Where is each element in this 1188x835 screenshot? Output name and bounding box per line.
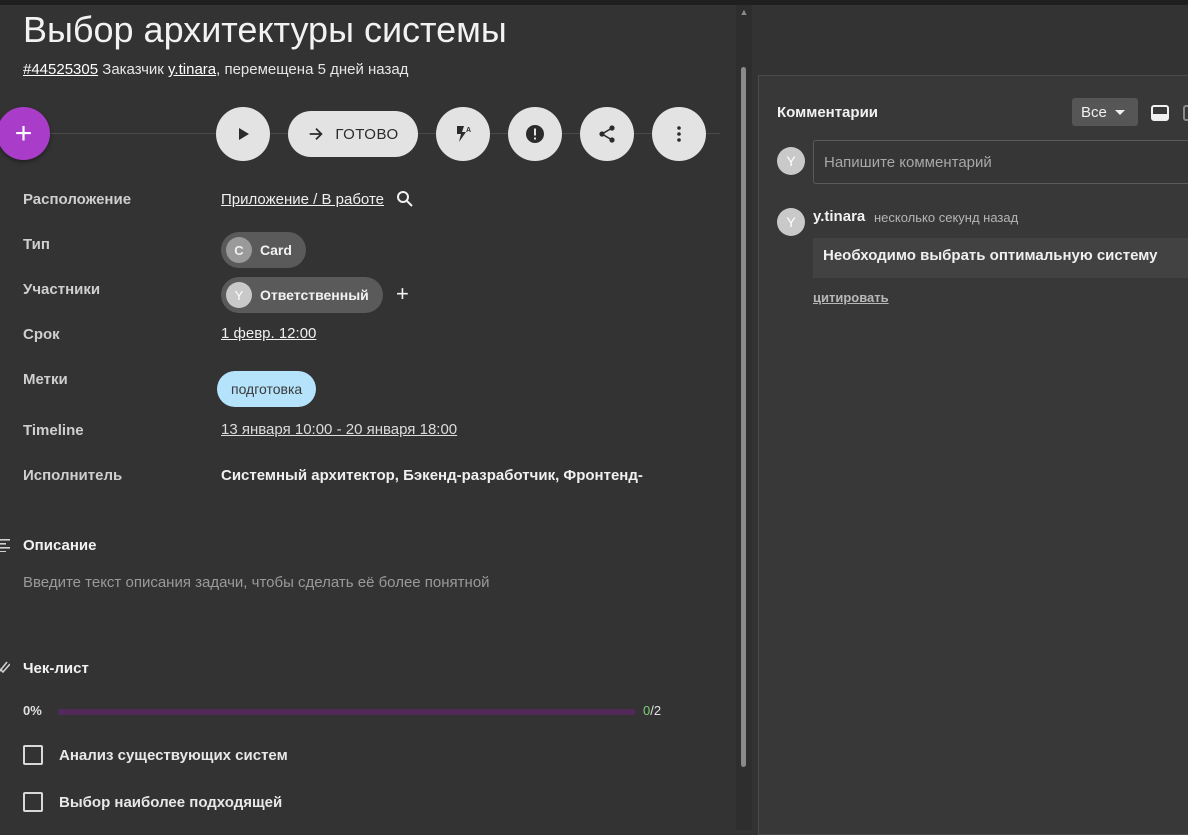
checklist-item[interactable]: Выбор наиболее подходящей — [23, 792, 282, 812]
timeline-link[interactable]: 13 января 10:00 - 20 января 18:00 — [221, 421, 457, 438]
customer-link[interactable]: y.tinara — [168, 61, 216, 78]
checklist-percent: 0% — [23, 703, 42, 718]
avatar: Y — [226, 282, 252, 308]
caret-down-icon — [1114, 109, 1125, 115]
comment-time: несколько секунд назад — [874, 210, 1019, 225]
checklist-count: 0/2 — [643, 703, 661, 718]
moved-text: , перемещена 5 дней назад — [216, 61, 409, 78]
comment-author-avatar: Y — [777, 208, 805, 236]
more-button[interactable] — [652, 107, 706, 161]
layout-side-panel-icon[interactable] — [1183, 105, 1188, 121]
search-icon[interactable] — [396, 190, 414, 208]
comment-input[interactable] — [813, 140, 1188, 184]
checklist-checkbox[interactable] — [23, 745, 43, 765]
task-subtitle: #44525305 Заказчик y.tinara, перемещена … — [23, 61, 408, 78]
tag-chip[interactable]: подготовка — [217, 371, 317, 407]
play-icon — [239, 128, 249, 140]
participant-chip-label: Ответственный — [260, 287, 369, 303]
comment-author[interactable]: y.tinara — [813, 208, 865, 225]
deadline-link[interactable]: 1 февр. 12:00 — [221, 325, 316, 342]
task-panel: Выбор архитектуры системы #44525305 Зака… — [0, 5, 736, 830]
scroll-thumb[interactable] — [741, 67, 746, 767]
more-vertical-icon — [677, 126, 681, 142]
share-button[interactable] — [580, 107, 634, 161]
checklist-title: Чек-лист — [23, 660, 89, 677]
tags-label: Метки — [23, 371, 68, 388]
assignee-value[interactable]: Системный архитектор, Бэкенд-разработчик… — [221, 467, 643, 484]
participants-label: Участники — [23, 281, 101, 298]
comments-title: Комментарии — [777, 104, 879, 121]
auto-action-button[interactable]: A — [436, 107, 490, 161]
done-label: ГОТОВО — [335, 125, 399, 143]
comments-filter-value: Все — [1081, 103, 1107, 121]
done-button[interactable]: ГОТОВО — [288, 111, 418, 157]
add-button[interactable]: + — [0, 107, 50, 160]
type-chip[interactable]: C Card — [221, 232, 306, 268]
current-user-avatar: Y — [777, 147, 805, 175]
location-row: Приложение / В работе — [221, 190, 414, 208]
add-participant-button[interactable]: + — [396, 281, 409, 307]
checklist-progress-bar — [58, 709, 635, 715]
comment-text: Необходимо выбрать оптимальную систему — [813, 238, 1188, 278]
assignee-label: Исполнитель — [23, 467, 123, 484]
arrow-right-icon — [310, 127, 324, 141]
play-button[interactable] — [216, 107, 270, 161]
checklist-item-label: Анализ существующих систем — [59, 746, 288, 764]
scroll-up-icon[interactable]: ▲ — [739, 7, 749, 17]
location-label: Расположение — [23, 191, 132, 208]
priority-button[interactable] — [508, 107, 562, 161]
deadline-label: Срок — [23, 326, 60, 343]
checklist-total: /2 — [650, 703, 662, 718]
task-scrollbar[interactable]: ▲ — [736, 5, 752, 830]
svg-text:A: A — [466, 127, 471, 134]
type-chip-avatar: C — [226, 237, 252, 263]
customer-prefix: Заказчик — [102, 61, 164, 78]
checklist-item[interactable]: Анализ существующих систем — [23, 745, 288, 765]
description-title: Описание — [23, 537, 97, 554]
type-chip-label: Card — [260, 242, 292, 258]
quote-link[interactable]: цитировать — [813, 290, 889, 305]
alert-icon — [526, 125, 544, 143]
checklist-item-label: Выбор наиболее подходящей — [59, 793, 283, 811]
type-label: Тип — [23, 236, 50, 253]
add-label: + — [14, 116, 33, 150]
timeline-label: Timeline — [23, 422, 84, 439]
flash-auto-icon: A — [457, 126, 471, 142]
comments-panel: Комментарии Все Y Y y.tinara несколько с… — [758, 75, 1188, 835]
task-id-link[interactable]: #44525305 — [23, 61, 98, 78]
task-title: Выбор архитектуры системы — [23, 9, 507, 50]
description-icon — [0, 539, 10, 552]
location-link[interactable]: Приложение / В работе — [221, 191, 384, 208]
checklist-checkbox[interactable] — [23, 792, 43, 812]
checklist-icon — [0, 661, 10, 674]
share-icon — [599, 125, 615, 143]
comments-filter-select[interactable]: Все — [1072, 98, 1138, 126]
participant-chip[interactable]: Y Ответственный — [221, 277, 383, 313]
description-placeholder[interactable]: Введите текст описания задачи, чтобы сде… — [23, 574, 490, 591]
layout-bottom-panel-icon[interactable] — [1151, 105, 1169, 121]
